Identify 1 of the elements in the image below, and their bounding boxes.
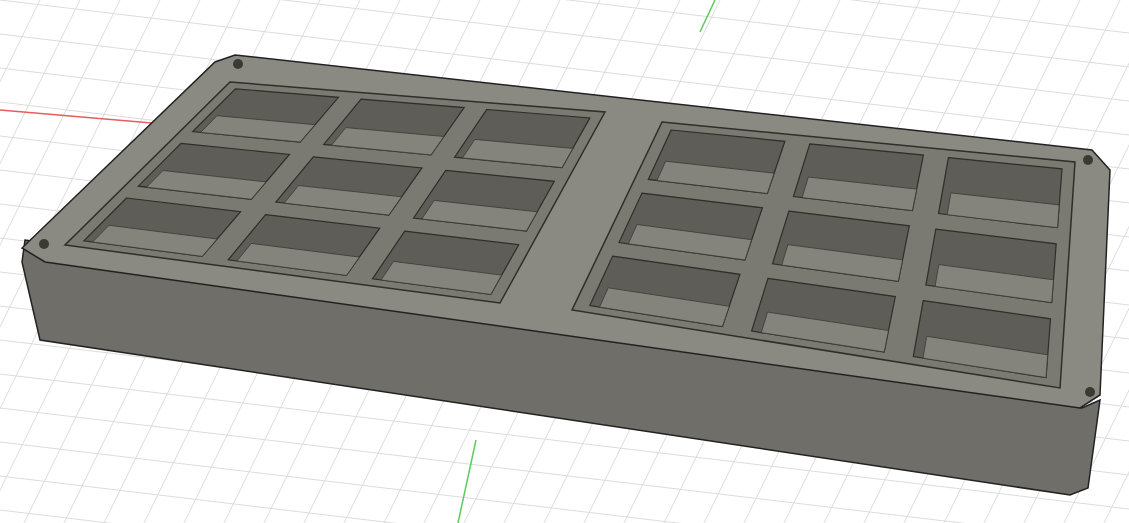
- tray-model-drawing[interactable]: [20, 54, 1111, 496]
